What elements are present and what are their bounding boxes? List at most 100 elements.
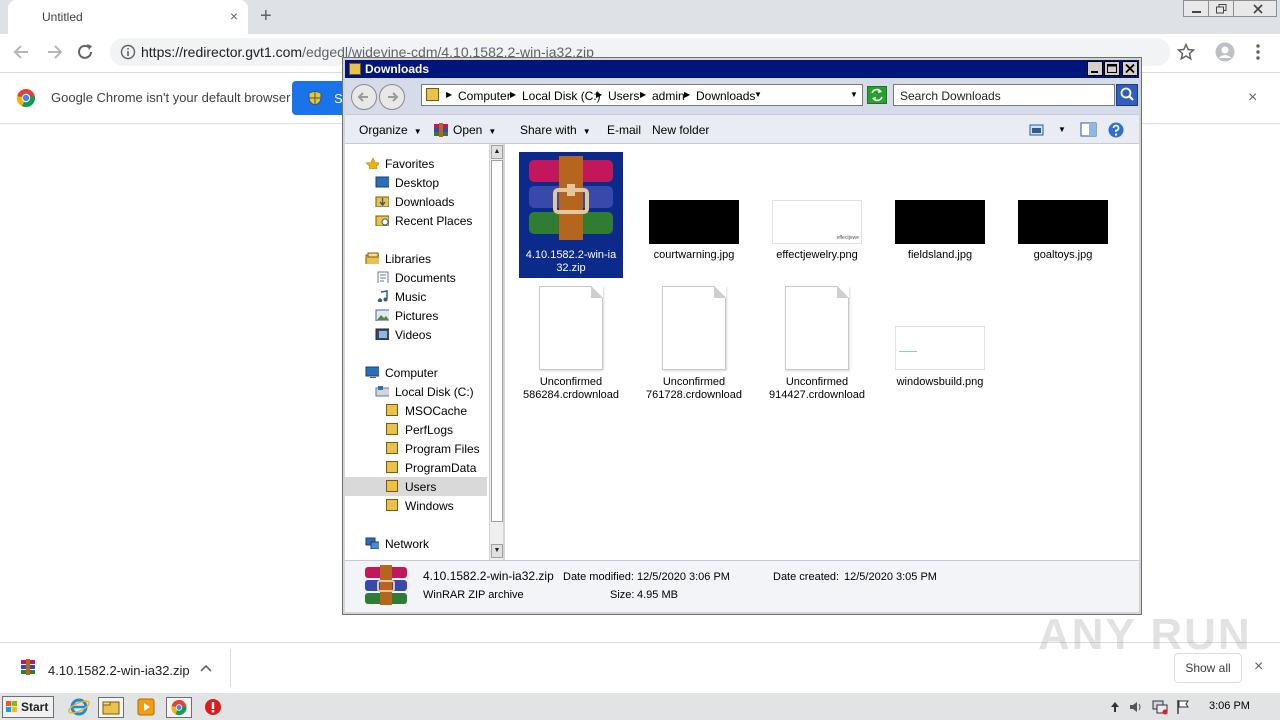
videos-icon xyxy=(375,328,389,340)
search-input[interactable]: Search Downloads xyxy=(893,84,1115,106)
close-window-button[interactable] xyxy=(1233,0,1277,17)
search-button[interactable] xyxy=(1116,84,1138,106)
volume-icon[interactable] xyxy=(1128,700,1144,714)
taskbar-clock[interactable]: 3:06 PM xyxy=(1209,700,1250,712)
tab-untitled[interactable]: Untitled × xyxy=(8,0,248,34)
minimize-button[interactable] xyxy=(1183,0,1209,17)
file-name-windowsbuild: windowsbuild.png xyxy=(896,376,984,388)
bookmark-star-icon[interactable] xyxy=(1177,43,1195,61)
chevron-up-icon[interactable] xyxy=(200,663,212,673)
download-item-name[interactable]: 4.10.1582.2-win-ia32.zip xyxy=(48,663,190,678)
explorer-titlebar[interactable]: Downloads xyxy=(345,60,1139,78)
winrar-archive-icon xyxy=(529,156,613,240)
infobar-close-icon[interactable]: × xyxy=(1248,89,1257,107)
breadcrumb-admin[interactable]: admin xyxy=(652,89,685,103)
thumbnail-line xyxy=(899,351,917,352)
breadcrumb-computer[interactable]: Computer xyxy=(458,89,511,103)
nav-perflogs[interactable]: PerfLogs xyxy=(345,420,487,439)
restore-button[interactable] xyxy=(1208,0,1234,17)
scroll-thumb[interactable] xyxy=(491,160,503,522)
nav-pictures[interactable]: Pictures xyxy=(345,306,487,325)
breadcrumb-downloads[interactable]: Downloads xyxy=(696,89,755,103)
nav-network[interactable]: Network xyxy=(345,534,487,553)
file-item-crdownload-761728[interactable]: Unconfirmed 761728.crdownload xyxy=(642,284,746,408)
open-menu[interactable]: Open ▼ xyxy=(433,123,496,137)
nav-favorites[interactable]: Favorites xyxy=(345,154,487,173)
breadcrumb-arrow-icon[interactable]: ▶ xyxy=(596,90,602,99)
explorer-maximize-button[interactable] xyxy=(1104,61,1120,76)
nav-downloads[interactable]: Downloads xyxy=(345,192,487,211)
breadcrumb-arrow-icon[interactable]: ▶ xyxy=(510,90,516,99)
nav-music[interactable]: Music xyxy=(345,287,487,306)
taskbar-chrome[interactable] xyxy=(166,697,192,718)
nav-programdata[interactable]: ProgramData xyxy=(345,458,487,477)
address-history-dropdown-icon[interactable]: ▼ xyxy=(850,90,858,99)
breadcrumb-users[interactable]: Users xyxy=(608,89,639,103)
breadcrumb-local-disk[interactable]: Local Disk (C:) xyxy=(522,89,601,103)
nav-computer[interactable]: Computer xyxy=(345,363,487,382)
image-thumbnail xyxy=(649,200,739,244)
email-button[interactable]: E-mail xyxy=(607,123,641,137)
nav-documents[interactable]: Documents xyxy=(345,268,487,287)
forward-arrow-icon[interactable] xyxy=(42,42,66,62)
tab-close-icon[interactable]: × xyxy=(230,9,238,23)
help-icon[interactable] xyxy=(1108,122,1124,138)
network-tray-icon[interactable] xyxy=(1152,699,1168,715)
file-item-crdownload-914427[interactable]: Unconfirmed 914427.crdownload xyxy=(765,284,869,408)
share-with-menu[interactable]: Share with ▼ xyxy=(520,123,591,137)
taskbar-ie[interactable] xyxy=(66,697,92,718)
explorer-back-button[interactable] xyxy=(351,84,377,110)
tray-arrow-up-icon[interactable] xyxy=(1110,701,1120,713)
file-item-effectjewelry[interactable]: effectjewe effectjewelry.png xyxy=(765,152,869,278)
explorer-close-button[interactable] xyxy=(1122,61,1138,76)
file-item-courtwarning[interactable]: courtwarning.jpg xyxy=(642,152,746,278)
shelf-close-icon[interactable]: × xyxy=(1254,658,1263,676)
breadcrumb-arrow-icon[interactable]: ▶ xyxy=(446,90,452,99)
start-button[interactable]: Start xyxy=(2,696,54,718)
breadcrumb-arrow-icon[interactable]: ▼ xyxy=(754,90,762,99)
folder-icon xyxy=(386,442,398,454)
info-icon[interactable] xyxy=(120,44,136,60)
reload-icon[interactable] xyxy=(74,42,98,62)
scroll-down-icon[interactable]: ▼ xyxy=(491,544,503,558)
nav-users-label: Users xyxy=(405,480,437,494)
nav-desktop[interactable]: Desktop xyxy=(345,173,487,192)
breadcrumb-arrow-icon[interactable]: ▶ xyxy=(684,90,690,99)
organize-menu[interactable]: Organize ▼ xyxy=(359,123,422,137)
action-center-flag-icon[interactable] xyxy=(1176,699,1190,715)
nav-libraries[interactable]: Libraries xyxy=(345,249,487,268)
nav-msocache[interactable]: MSOCache xyxy=(345,401,487,420)
view-options-icon[interactable] xyxy=(1029,123,1045,137)
nav-scrollbar[interactable]: ▲ ▼ xyxy=(489,144,503,560)
profile-avatar-icon[interactable] xyxy=(1215,42,1235,62)
file-item-zip[interactable]: 4.10.1582.2-win-ia 32.zip xyxy=(519,152,623,278)
breadcrumb-arrow-icon[interactable]: ▶ xyxy=(640,90,646,99)
preview-pane-icon[interactable] xyxy=(1080,122,1098,138)
refresh-button[interactable] xyxy=(867,86,887,104)
menu-kebab-icon[interactable] xyxy=(1253,43,1263,61)
file-item-crdownload-586284[interactable]: Unconfirmed 586284.crdownload xyxy=(519,284,623,408)
taskbar-stop-app[interactable] xyxy=(200,697,226,718)
file-explorer-icon xyxy=(102,701,120,715)
view-dropdown-icon[interactable]: ▼ xyxy=(1058,125,1066,134)
scroll-up-icon[interactable]: ▲ xyxy=(491,145,503,159)
nav-users[interactable]: Users xyxy=(345,477,487,496)
explorer-minimize-button[interactable] xyxy=(1087,61,1103,76)
nav-program-files[interactable]: Program Files xyxy=(345,439,487,458)
back-arrow-icon[interactable] xyxy=(10,42,34,62)
nav-pictures-label: Pictures xyxy=(395,309,439,323)
new-tab-button[interactable]: + xyxy=(260,5,272,27)
explorer-forward-button[interactable] xyxy=(379,84,405,110)
nav-local-disk[interactable]: Local Disk (C:) xyxy=(345,382,487,401)
nav-network-label: Network xyxy=(385,537,430,551)
file-item-fieldsland[interactable]: fieldsland.jpg xyxy=(888,152,992,278)
new-folder-button[interactable]: New folder xyxy=(652,123,709,137)
nav-recent-places[interactable]: Recent Places xyxy=(345,211,487,230)
explorer-address-bar[interactable]: ▶ Computer ▶ Local Disk (C:) ▶ Users ▶ a… xyxy=(421,84,863,106)
taskbar-explorer[interactable] xyxy=(98,697,124,718)
file-item-goaltoys[interactable]: goaltoys.jpg xyxy=(1011,152,1115,278)
nav-windows[interactable]: Windows xyxy=(345,496,487,515)
taskbar-media-player[interactable] xyxy=(133,697,159,718)
nav-videos[interactable]: Videos xyxy=(345,325,487,344)
file-item-windowsbuild[interactable]: windowsbuild.png xyxy=(888,284,992,408)
